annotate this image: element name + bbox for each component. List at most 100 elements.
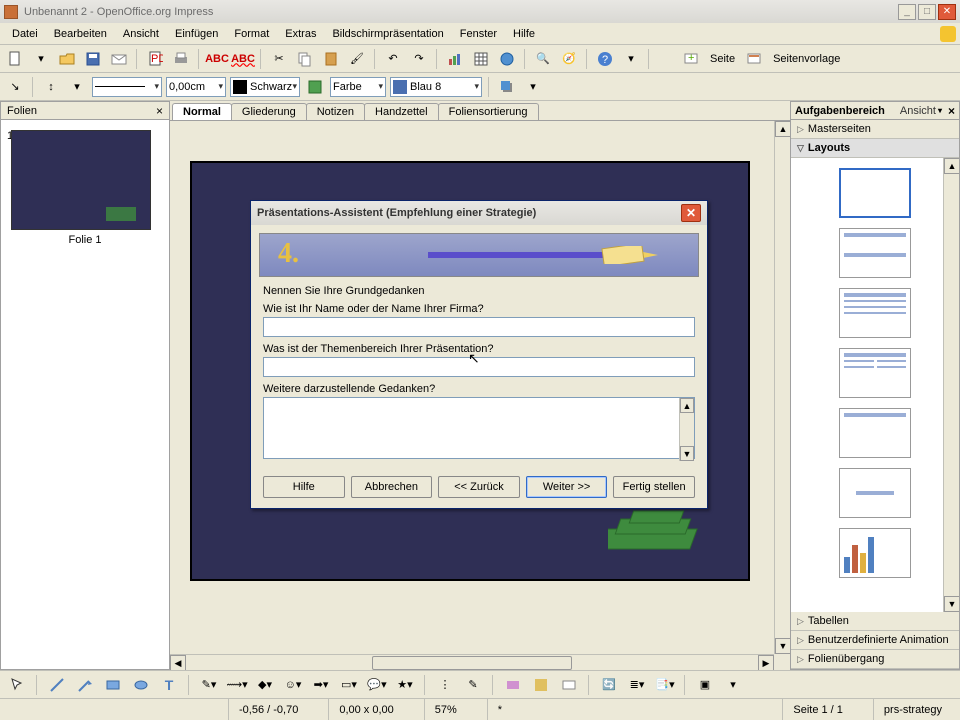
align-tool[interactable]: ≣▾ xyxy=(626,674,648,696)
menu-bildschirmpraesentation[interactable]: Bildschirmpräsentation xyxy=(324,26,451,42)
fontwork-tool[interactable] xyxy=(502,674,524,696)
next-button[interactable]: Weiter >> xyxy=(526,476,608,498)
tab-slidesorter[interactable]: Foliensortierung xyxy=(438,103,539,120)
line-color-select[interactable]: Schwarz▾ xyxy=(230,77,300,97)
layouts-scrollbar[interactable]: ▲ ▼ xyxy=(943,158,959,612)
tasks-view-menu[interactable]: Ansicht xyxy=(900,105,936,117)
connector-tool[interactable]: ⟿▾ xyxy=(226,674,248,696)
save-button[interactable] xyxy=(82,48,104,70)
menu-extras[interactable]: Extras xyxy=(277,26,324,42)
section-transition[interactable]: ▷Folienübergang xyxy=(791,650,959,669)
pdf-export-button[interactable]: PDF xyxy=(144,48,166,70)
select-tool[interactable] xyxy=(6,674,28,696)
chart-button[interactable] xyxy=(444,48,466,70)
layout-two-content[interactable] xyxy=(839,348,911,398)
scroll-up-icon[interactable]: ▲ xyxy=(775,121,790,137)
from-file-tool[interactable] xyxy=(530,674,552,696)
spellcheck-button[interactable]: ABC xyxy=(206,48,228,70)
section-tabellen[interactable]: ▷Tabellen xyxy=(791,612,959,631)
toolbar-overflow-2[interactable]: ▾ xyxy=(722,674,744,696)
callout-tool[interactable]: 💬▾ xyxy=(366,674,388,696)
help-button[interactable]: Hilfe xyxy=(263,476,345,498)
status-zoom[interactable]: 57% xyxy=(435,704,457,716)
cut-button[interactable]: ✂ xyxy=(268,48,290,70)
gallery-tool[interactable] xyxy=(558,674,580,696)
undo-button[interactable]: ↶ xyxy=(382,48,404,70)
section-animation[interactable]: ▷Benutzerdefinierte Animation xyxy=(791,631,959,650)
section-masterseiten[interactable]: ▷Masterseiten xyxy=(791,120,959,139)
arrow-style-button[interactable]: ↘ xyxy=(4,76,26,98)
scroll-down-icon[interactable]: ▼ xyxy=(775,638,790,654)
cancel-button[interactable]: Abbrechen xyxy=(351,476,433,498)
menu-einfuegen[interactable]: Einfügen xyxy=(167,26,226,42)
finish-button[interactable]: Fertig stellen xyxy=(613,476,695,498)
scroll-down-icon[interactable]: ▼ xyxy=(680,446,694,461)
layout-chart[interactable] xyxy=(839,528,911,578)
line-tool[interactable] xyxy=(46,674,68,696)
fill-color-select[interactable]: Blau 8▾ xyxy=(390,77,482,97)
redo-button[interactable]: ↷ xyxy=(408,48,430,70)
line-style-select[interactable]: ▾ xyxy=(92,77,162,97)
topic-input[interactable] xyxy=(263,357,695,377)
flowchart-tool[interactable]: ▭▾ xyxy=(338,674,360,696)
tab-outline[interactable]: Gliederung xyxy=(231,103,307,120)
scroll-up-icon[interactable]: ▲ xyxy=(944,158,959,174)
toolbar-overflow[interactable]: ▾ xyxy=(522,76,544,98)
menu-fenster[interactable]: Fenster xyxy=(452,26,505,42)
scroll-right-icon[interactable]: ▶ xyxy=(758,655,774,670)
arrange-tool[interactable]: 📑▾ xyxy=(654,674,676,696)
slide-thumbnail[interactable]: 1 Folie 1 xyxy=(11,130,159,246)
horizontal-scrollbar[interactable]: ◀ ▶ xyxy=(170,654,774,670)
menu-datei[interactable]: Datei xyxy=(4,26,46,42)
new-button[interactable] xyxy=(4,48,26,70)
section-layouts[interactable]: ▽Layouts xyxy=(791,139,959,158)
menu-hilfe[interactable]: Hilfe xyxy=(505,26,543,42)
layout-blank[interactable] xyxy=(839,168,911,218)
layout-title[interactable] xyxy=(839,228,911,278)
scroll-left-icon[interactable]: ◀ xyxy=(170,655,186,670)
layout-centered[interactable] xyxy=(839,468,911,518)
scroll-up-icon[interactable]: ▲ xyxy=(680,398,694,413)
navigator-button[interactable]: 🧭 xyxy=(558,48,580,70)
gluepoints-tool[interactable]: ✎ xyxy=(462,674,484,696)
rectangle-tool[interactable] xyxy=(102,674,124,696)
line-style-dropdown[interactable]: ▾ xyxy=(66,76,88,98)
tab-normal[interactable]: Normal xyxy=(172,103,232,120)
close-tasks-panel-button[interactable]: × xyxy=(948,104,955,118)
table-button[interactable] xyxy=(470,48,492,70)
layout-title-content[interactable] xyxy=(839,288,911,338)
points-tool[interactable]: ⋮ xyxy=(434,674,456,696)
area-dialog-button[interactable] xyxy=(304,76,326,98)
dialog-titlebar[interactable]: Präsentations-Assistent (Empfehlung eine… xyxy=(251,201,707,225)
scroll-thumb[interactable] xyxy=(372,656,572,670)
autospell-button[interactable]: ABC xyxy=(232,48,254,70)
symbol-shapes-tool[interactable]: ☺▾ xyxy=(282,674,304,696)
close-window-button[interactable]: ✕ xyxy=(938,4,956,20)
menu-format[interactable]: Format xyxy=(226,26,277,42)
tab-handout[interactable]: Handzettel xyxy=(364,103,439,120)
slide-design-button[interactable] xyxy=(743,48,765,70)
copy-button[interactable] xyxy=(294,48,316,70)
hyperlink-button[interactable] xyxy=(496,48,518,70)
scroll-down-icon[interactable]: ▼ xyxy=(944,596,959,612)
block-arrows-tool[interactable]: ➡▾ xyxy=(310,674,332,696)
chevron-down-icon[interactable]: ▾ xyxy=(938,106,942,115)
seite-label[interactable]: Seite xyxy=(706,53,739,65)
name-input[interactable] xyxy=(263,317,695,337)
format-paintbrush-button[interactable]: 🖌 xyxy=(346,48,368,70)
fill-type-select[interactable]: Farbe▾ xyxy=(330,77,386,97)
print-button[interactable] xyxy=(170,48,192,70)
text-tool[interactable]: T xyxy=(158,674,180,696)
dialog-close-button[interactable]: ✕ xyxy=(681,204,701,222)
line-endings-button[interactable]: ↕ xyxy=(40,76,62,98)
arrow-tool[interactable] xyxy=(74,674,96,696)
menu-bearbeiten[interactable]: Bearbeiten xyxy=(46,26,115,42)
new-dropdown[interactable]: ▾ xyxy=(30,48,52,70)
zoom-button[interactable]: 🔍 xyxy=(532,48,554,70)
email-button[interactable] xyxy=(108,48,130,70)
ideas-textarea[interactable] xyxy=(263,397,695,459)
tab-notes[interactable]: Notizen xyxy=(306,103,365,120)
back-button[interactable]: << Zurück xyxy=(438,476,520,498)
menu-ansicht[interactable]: Ansicht xyxy=(115,26,167,42)
textarea-scrollbar[interactable]: ▲ ▼ xyxy=(679,398,694,461)
